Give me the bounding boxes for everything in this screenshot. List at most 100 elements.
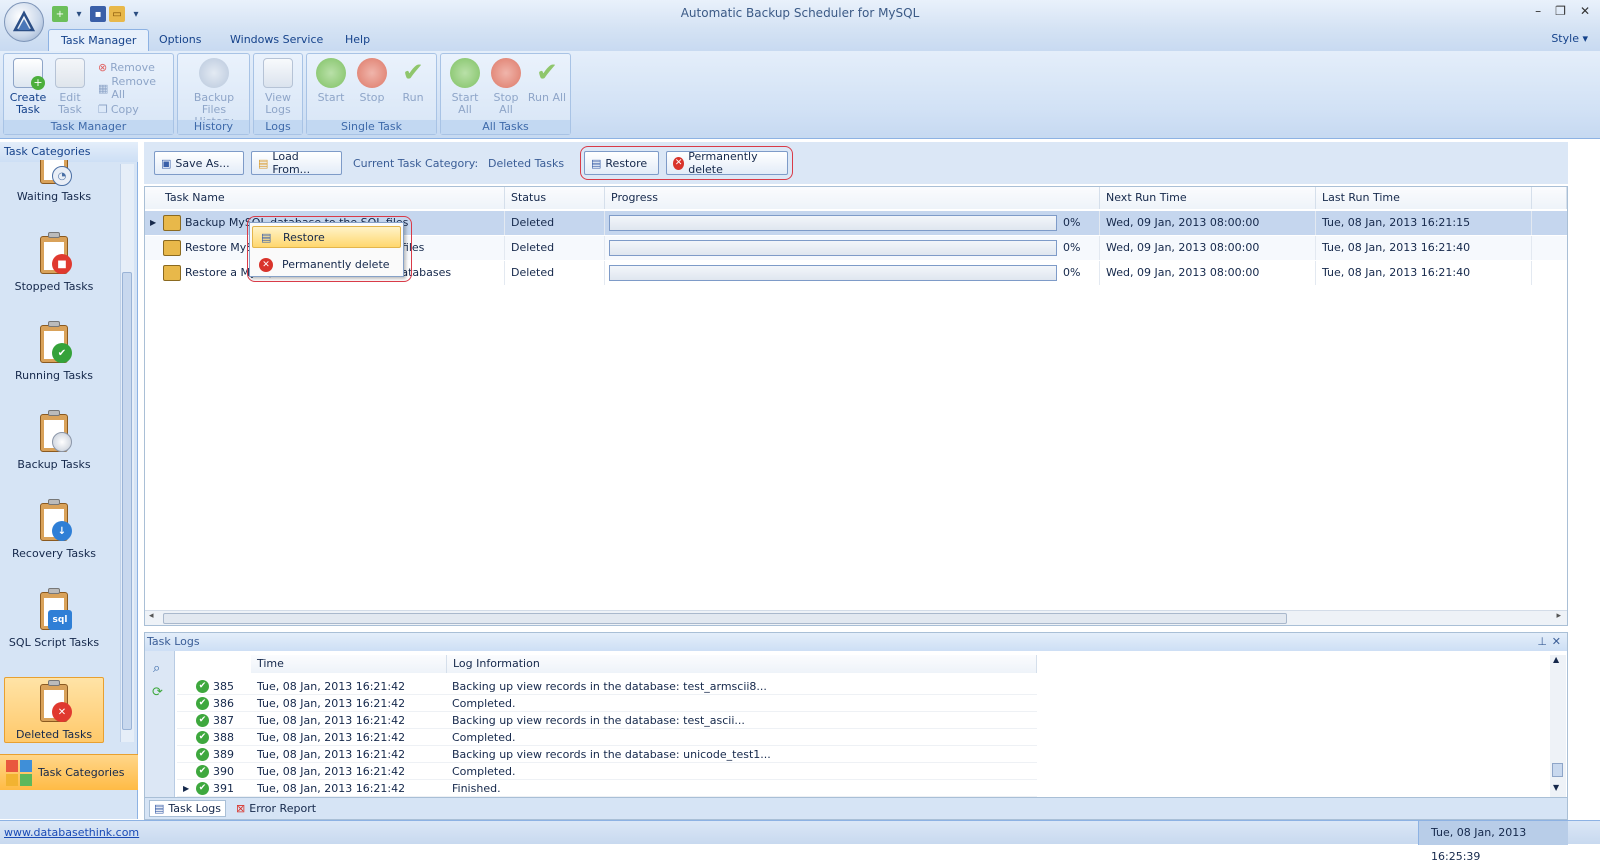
log-row[interactable]: ✔ 387 Tue, 08 Jan, 2013 16:21:42 Backing up… [177,712,1037,729]
tab-error-report[interactable]: ⊠ Error Report [236,802,316,815]
category-running-tasks[interactable]: ✔ Running Tasks [0,321,108,382]
progress-cell: 0% [605,211,1100,235]
style-menu[interactable]: Style ▾ [1551,32,1588,45]
tab-help[interactable]: Help [333,29,382,51]
log-row[interactable]: ✔ 388 Tue, 08 Jan, 2013 16:21:42 Completed. [177,729,1037,746]
category-recovery-tasks[interactable]: ↓ Recovery Tasks [0,499,108,560]
progress-text: 0% [1063,216,1081,229]
log-info: Backing up view records in the database:… [452,748,771,761]
copy-icon: ❐ [98,102,108,116]
expand-row-icon[interactable]: ▶ [183,780,189,797]
column-header-progress[interactable]: Progress [605,187,1100,209]
log-row[interactable]: ✔ 386 Tue, 08 Jan, 2013 16:21:42 Completed. [177,695,1037,712]
categories-scroll-thumb[interactable] [122,272,132,730]
remove-all-button[interactable]: ▦ Remove All [98,75,173,101]
scroll-left-icon[interactable]: ◂ [149,611,154,621]
stop-button[interactable]: Stop [352,58,392,120]
stop-all-button[interactable]: Stop All [486,58,526,120]
search-log-icon[interactable]: ⌕ [153,661,160,676]
minimize-icon[interactable]: – [1535,4,1541,18]
column-header-next-run-time[interactable]: Next Run Time [1100,187,1316,209]
refresh-icon[interactable]: ⟳ [152,685,163,700]
log-row[interactable]: ✔ 385 Tue, 08 Jan, 2013 16:21:42 Backing up… [177,678,1037,695]
ribbon: + Create Task Edit Task ⊗ Remove ▦ Remove … [0,51,1600,139]
tab-task-manager[interactable]: Task Manager [48,29,150,51]
tab-task-logs[interactable]: ▤ Task Logs [149,800,227,817]
column-header-task-name[interactable]: Task Name [145,187,505,209]
log-row[interactable]: ✔ 389 Tue, 08 Jan, 2013 16:21:42 Backing up… [177,746,1037,763]
success-icon: ✔ [196,680,209,693]
start-button[interactable]: Start [311,58,351,120]
category-backup-tasks[interactable]: Backup Tasks [0,410,108,471]
tab-error-report-label: Error Report [249,802,317,815]
progress-cell: 0% [605,236,1100,260]
logs-scroll-thumb[interactable] [1552,763,1563,777]
status-cell: Deleted [505,261,605,285]
column-header-time[interactable]: Time [251,655,447,673]
create-task-button[interactable]: + Create Task [8,58,48,120]
tab-options[interactable]: Options [147,29,213,51]
task-categories-nav-button[interactable]: Task Categories [0,754,138,790]
group-task-manager: + Create Task Edit Task ⊗ Remove ▦ Remove … [3,53,174,135]
pin-icon[interactable]: ⊥ [1537,633,1547,651]
scroll-up-icon[interactable]: ▲ [1553,655,1559,664]
column-header-status[interactable]: Status [505,187,605,209]
task-logs-panel: Task Logs ⊥ ✕ ⌕ ⟳ Time Log Information ✔… [144,632,1568,820]
tab-windows-service[interactable]: Windows Service [218,29,335,51]
backup-files-history-button[interactable]: Backup Files History [182,58,246,128]
status-cell: Deleted [505,236,605,260]
checkmark-icon: ✔ [402,58,424,88]
app-menu-button[interactable] [4,2,44,42]
maximize-icon[interactable]: ❐ [1555,4,1566,18]
start-label: Start [317,91,345,104]
group-logs: View Logs Logs [253,53,303,135]
progress-bar [609,215,1057,231]
scroll-right-icon[interactable]: ▸ [1556,611,1561,621]
category-stopped-tasks[interactable]: ■ Stopped Tasks [0,232,108,293]
permanently-delete-button[interactable]: ✕ Permanently delete [666,150,788,176]
scroll-down-icon[interactable]: ▼ [1553,783,1559,792]
restore-button[interactable]: ▤ Restore [584,151,659,175]
website-link[interactable]: www.databasethink.com [4,826,139,839]
start-all-button[interactable]: Start All [445,58,485,120]
next-run-cell: Wed, 09 Jan, 2013 08:00:00 [1100,261,1316,285]
save-as-button[interactable]: ▣ Save As... [154,151,244,175]
create-task-icon: + [13,58,45,90]
edit-task-button[interactable]: Edit Task [50,58,90,120]
log-id: 388 [213,731,234,744]
run-all-button[interactable]: ✔ Run All [527,58,567,120]
log-row[interactable]: ▶ ✔ 391 Tue, 08 Jan, 2013 16:21:42 Finished. [177,780,1037,797]
view-logs-button[interactable]: View Logs [258,58,298,120]
window-controls: – ❐ ✕ [1535,4,1590,18]
last-run-cell: Tue, 08 Jan, 2013 16:21:40 [1316,236,1532,260]
check-icon: ✔ [36,321,72,365]
group-all-tasks: Start All Stop All ✔ Run All All Tasks [440,53,571,135]
run-button[interactable]: ✔ Run [393,58,433,120]
task-categories-nav-label: Task Categories [38,766,125,779]
category-toolbar: ▣ Save As... ▤ Load From... Current Task C… [144,142,1568,184]
group-label-history: History [178,120,249,134]
log-id: 385 [213,680,234,693]
task-categories-panel: Task Categories ◔ Waiting Tasks ■ Stoppe… [0,142,138,819]
copy-button[interactable]: ❐ Copy [98,100,139,118]
grid-scroll-thumb[interactable] [163,613,1287,624]
progress-text: 0% [1063,266,1081,279]
category-label: Running Tasks [14,369,94,382]
remove-icon: ⊗ [98,60,108,74]
column-header-last-run-time[interactable]: Last Run Time [1316,187,1532,209]
remove-label: Remove [110,60,155,74]
grid-horizontal-scrollbar[interactable]: ◂ ▸ [145,610,1567,625]
category-waiting-tasks[interactable]: ◔ Waiting Tasks [0,160,108,203]
column-header-log-information[interactable]: Log Information [447,655,1037,673]
category-sql-script-tasks[interactable]: sql SQL Script Tasks [0,588,108,649]
group-history: Backup Files History History [177,53,250,135]
load-from-button[interactable]: ▤ Load From... [251,150,342,176]
category-deleted-tasks[interactable]: ✕ Deleted Tasks [4,677,104,743]
close-icon[interactable]: ✕ [1580,4,1590,18]
log-row[interactable]: ✔ 390 Tue, 08 Jan, 2013 16:21:42 Completed. [177,763,1037,780]
remove-button[interactable]: ⊗ Remove [98,58,155,76]
close-icon[interactable]: ✕ [1552,633,1561,651]
stop-all-icon [491,58,521,88]
remove-all-icon: ▦ [98,81,109,95]
logs-vertical-scrollbar[interactable]: ▲ ▼ [1550,655,1566,797]
